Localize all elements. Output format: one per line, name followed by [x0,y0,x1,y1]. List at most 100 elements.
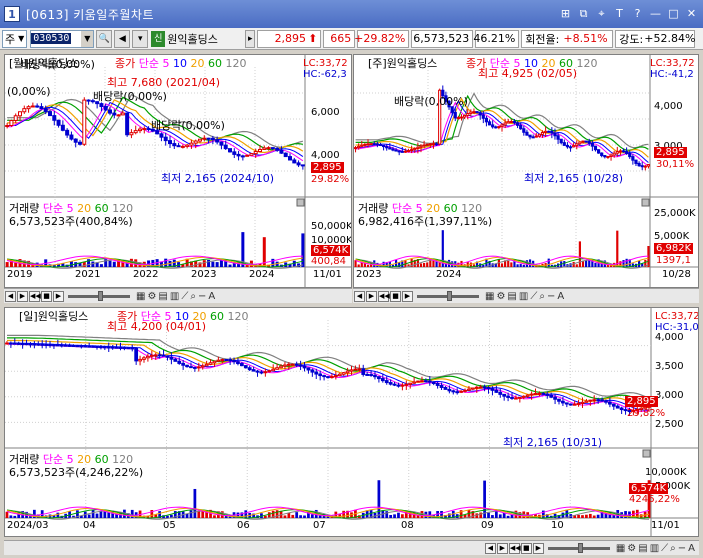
line-chart-icon[interactable]: ⟋ [181,291,188,302]
zoom-slider[interactable] [68,290,130,301]
maximize-icon[interactable]: □ [666,6,681,21]
daily-chart-panel[interactable]: [일]원익홀딩스 종가 단순 5 10 20 60 120 LC:33,72 H… [4,307,699,537]
zoom-slider-knob[interactable] [577,542,583,553]
candle-body [95,345,99,348]
titlebar-buttons: ⊞ ⧉ ⌖ T ? — □ ✕ [558,6,699,21]
line-chart-icon[interactable]: ⟋ [661,543,668,554]
scroll-right-icon[interactable]: ▶ [532,542,544,554]
tile-icon[interactable]: ⊞ [558,6,573,21]
line-chart-icon[interactable]: ⟋ [530,291,537,302]
monthly-vol-tick-1: 50,000K [311,221,352,232]
zoom-slider[interactable] [417,290,479,301]
volume-bar [283,515,287,518]
candle-body [28,343,33,346]
candle-body [611,403,616,407]
rewind-icon[interactable]: ◀◀ [378,290,390,302]
candle-body [198,138,202,142]
zoom-icon[interactable]: ⌕ [670,543,676,554]
candle-body [169,356,174,360]
candle-body [388,147,392,150]
grid-icon[interactable]: ▦ [136,291,145,302]
candle-icon[interactable]: ▥ [170,291,179,302]
volume-bar [385,511,389,518]
vol-legend-ma120: 120 [112,453,134,466]
settings-icon[interactable]: ⚙ [627,543,636,554]
stock-code-input[interactable]: 030530 ▼ [30,29,95,48]
candle-body [333,375,338,378]
candle-body [40,343,45,346]
daily-ytick-3: 3,000 [655,390,684,401]
rewind-icon[interactable]: ◀◀ [29,290,41,302]
market-select[interactable]: 주 ▼ [2,29,28,48]
speaker-icon[interactable]: ◀ [114,29,131,48]
candle-body [270,147,275,150]
bar-chart-icon[interactable]: ▤ [638,543,647,554]
grid-icon[interactable]: ▦ [485,291,494,302]
candle-icon[interactable]: ▥ [650,543,659,554]
text-size-icon[interactable]: T [612,6,627,21]
volume-bar [393,514,396,518]
candle-body [500,124,504,128]
play-icon[interactable]: ▶ [366,290,377,302]
pin-icon[interactable]: ⌖ [594,6,609,21]
zoom-slider-knob[interactable] [447,290,452,301]
zoom-slider-knob[interactable] [98,290,103,301]
candle-body [108,109,112,114]
volume-bar [202,260,206,267]
weekly-chart-panel[interactable]: [주]원익홀딩스 종가 단순 5 10 20 60 120 LC:33,72 H… [353,54,699,288]
candle-body [408,382,413,385]
copy-window-icon[interactable]: ⧉ [576,6,591,21]
candle-body [224,359,229,362]
settings-icon[interactable]: ⚙ [496,291,505,302]
candle-body [472,111,476,114]
candle-body [16,342,21,345]
decrease-icon[interactable]: − [678,543,686,554]
scroll-left-icon[interactable]: ◀ [354,290,365,302]
daily-chart-canvas[interactable] [5,308,699,537]
candle-body [478,112,482,116]
stop-icon[interactable]: ■ [520,542,532,554]
candle-body [369,374,373,377]
candle-body [206,137,211,140]
monthly-nav-controls: ◀ ▶ ◀◀ ■ ▶ ▦ ⚙ ▤ ▥ ⟋ ⌕ − A [4,288,352,303]
more-arrow-icon[interactable]: ▸ [245,29,256,48]
grid-icon[interactable]: ▦ [616,543,625,554]
search-icon[interactable]: 🔍 [96,29,113,48]
zoom-icon[interactable]: ⌕ [190,291,196,302]
code-dropdown-icon[interactable]: ▼ [81,30,94,47]
monthly-chart-panel[interactable]: [월]원익홀딩스 종가 단순 5 10 20 60 120 LC:33,72 H… [4,54,352,288]
volume-bar [622,260,625,267]
bar-chart-icon[interactable]: ▤ [158,291,167,302]
play-icon[interactable]: ▶ [496,542,508,554]
candle-icon[interactable]: ▥ [519,291,528,302]
help-icon[interactable]: ? [630,6,645,21]
candle-body [517,396,522,399]
font-size-icon[interactable]: A [688,543,695,554]
bar-chart-icon[interactable]: ▤ [507,291,516,302]
decrease-icon[interactable]: − [198,291,206,302]
zoom-icon[interactable]: ⌕ [539,291,545,302]
dropdown-arrow-icon[interactable]: ▾ [132,29,149,48]
scroll-right-icon[interactable]: ▶ [53,290,64,302]
scroll-left-icon[interactable]: ◀ [484,542,496,554]
candle-body [406,150,411,153]
rewind-icon[interactable]: ◀◀ [508,542,521,554]
zoom-slider[interactable] [547,542,610,553]
candle-body [286,363,291,366]
stop-icon[interactable]: ■ [41,290,52,302]
close-icon[interactable]: ✕ [684,6,699,21]
candle-body [13,115,18,121]
candle-body [377,376,381,380]
font-size-icon[interactable]: A [557,291,564,302]
stop-icon[interactable]: ■ [390,290,401,302]
candle-body [103,106,108,111]
scroll-left-icon[interactable]: ◀ [5,290,16,302]
weekly-vol-tick-1: 25,000K [654,208,696,219]
play-icon[interactable]: ▶ [17,290,28,302]
font-size-icon[interactable]: A [208,291,215,302]
decrease-icon[interactable]: − [547,291,555,302]
candle-body [129,132,134,136]
minimize-icon[interactable]: — [648,6,663,21]
scroll-right-icon[interactable]: ▶ [402,290,413,302]
settings-icon[interactable]: ⚙ [147,291,156,302]
